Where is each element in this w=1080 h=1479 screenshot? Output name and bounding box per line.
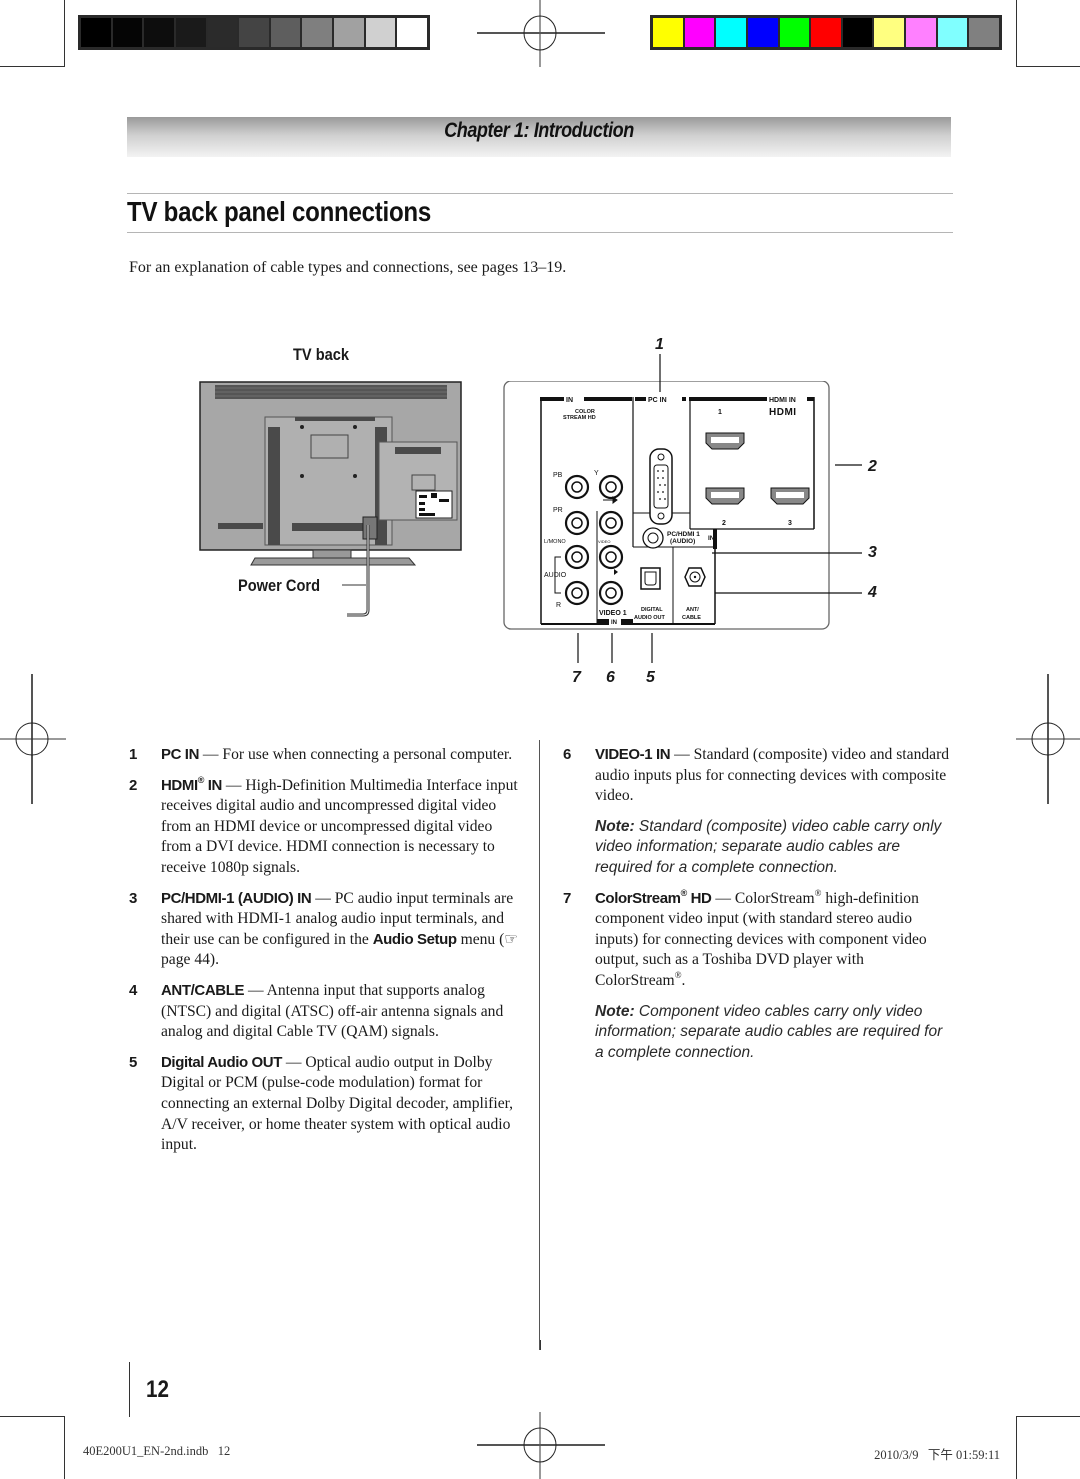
crop-mark — [1016, 0, 1017, 67]
item-term: HDMI® IN — [161, 774, 222, 794]
crop-mark — [0, 1416, 65, 1417]
color-swatch — [684, 18, 715, 47]
intro-text: For an explanation of cable types and co… — [129, 259, 567, 276]
page-title: TV back panel connections — [127, 196, 431, 227]
crop-mark — [540, 1340, 541, 1350]
callout-4: 4 — [868, 584, 877, 601]
color-swatch — [716, 18, 746, 47]
registration-target-top — [477, 0, 605, 67]
item-term: Digital Audio OUT — [161, 1053, 282, 1071]
color-swatch — [874, 18, 905, 47]
grayscale-swatch — [144, 18, 174, 47]
tv-back-illustration — [199, 381, 462, 617]
grayscale-swatch — [365, 18, 396, 47]
grayscale-swatch — [270, 18, 301, 47]
crop-mark — [64, 1416, 65, 1479]
color-swatch — [653, 18, 683, 47]
list-item: 4 ANT/CABLE — Antenna input that support… — [129, 981, 504, 1041]
grayscale-swatch — [334, 18, 364, 47]
list-item: 1 PC IN — For use when connecting a pers… — [129, 746, 513, 763]
description-column-left: 1 PC IN — For use when connecting a pers… — [129, 745, 521, 1166]
callout-leaders — [577, 354, 862, 663]
title-rule-bottom — [127, 232, 953, 233]
crop-mark — [1016, 1416, 1080, 1417]
grayscale-swatch — [239, 18, 269, 47]
color-swatch — [779, 18, 810, 47]
item-term: ColorStream® HD — [595, 887, 712, 907]
column-divider — [539, 740, 540, 1350]
color-swatch — [811, 18, 841, 47]
callout-5: 5 — [646, 669, 655, 686]
registration-target-left — [0, 674, 66, 804]
grayscale-registration-bar — [78, 15, 430, 50]
color-swatch — [969, 18, 1000, 47]
callout-2: 2 — [868, 458, 877, 475]
description-column-right: 6 VIDEO-1 IN — Standard (composite) vide… — [563, 745, 955, 1073]
item-term: PC/HDMI-1 (AUDIO) IN — [161, 889, 312, 907]
color-swatch — [842, 18, 873, 47]
list-item: 6 VIDEO-1 IN — Standard (composite) vide… — [563, 746, 950, 805]
footer-timestamp: 2010/3/9 下午 01:59:11 — [874, 1448, 1000, 1462]
item-term: ANT/CABLE — [161, 981, 245, 999]
page-number-rule — [129, 1362, 130, 1417]
note: Note: Component video cables carry only … — [595, 1002, 943, 1061]
grayscale-swatch — [302, 18, 333, 47]
tv-back-label: TV back — [293, 345, 350, 364]
color-swatch — [747, 18, 778, 47]
list-item: 5 Digital Audio OUT — Optical audio outp… — [129, 1053, 514, 1154]
list-item: 3 PC/HDMI-1 (AUDIO) IN — PC audio input … — [129, 889, 519, 969]
power-cord-label: Power Cord — [238, 576, 321, 595]
grayscale-swatch — [397, 18, 428, 47]
item-term: VIDEO-1 IN — [595, 746, 671, 763]
grayscale-swatch — [81, 18, 111, 47]
crop-mark — [1016, 1416, 1017, 1479]
footer-filename: 40E200U1_EN-2nd.indb 12 — [83, 1444, 231, 1458]
grayscale-swatch — [175, 18, 206, 47]
registration-target-right — [1016, 674, 1080, 804]
chapter-title: Chapter 1: Introduction — [444, 119, 634, 142]
color-swatch — [937, 18, 968, 47]
list-item: 2 HDMI® IN — High-Definition Multimedia … — [129, 774, 518, 876]
note: Note: Standard (composite) video cable c… — [595, 817, 942, 876]
crop-mark — [1016, 66, 1080, 67]
color-registration-bar — [650, 15, 1002, 50]
crop-mark — [0, 66, 65, 67]
grayscale-swatch — [112, 18, 143, 47]
color-swatch — [906, 18, 936, 47]
page-number: 12 — [146, 1376, 169, 1403]
item-term: PC IN — [161, 746, 200, 763]
grayscale-swatch — [207, 18, 238, 47]
title-rule-top — [127, 193, 953, 194]
audio-setup-menu-ref: Audio Setup — [372, 930, 457, 948]
list-item: 7 ColorStream® HD — ColorStream® high-de… — [563, 887, 927, 989]
crop-mark — [64, 0, 65, 67]
callout-3: 3 — [868, 544, 877, 561]
registration-target-bottom — [477, 1412, 605, 1479]
callout-7: 7 — [572, 669, 581, 686]
callout-6: 6 — [606, 669, 615, 686]
callout-1: 1 — [655, 336, 664, 353]
